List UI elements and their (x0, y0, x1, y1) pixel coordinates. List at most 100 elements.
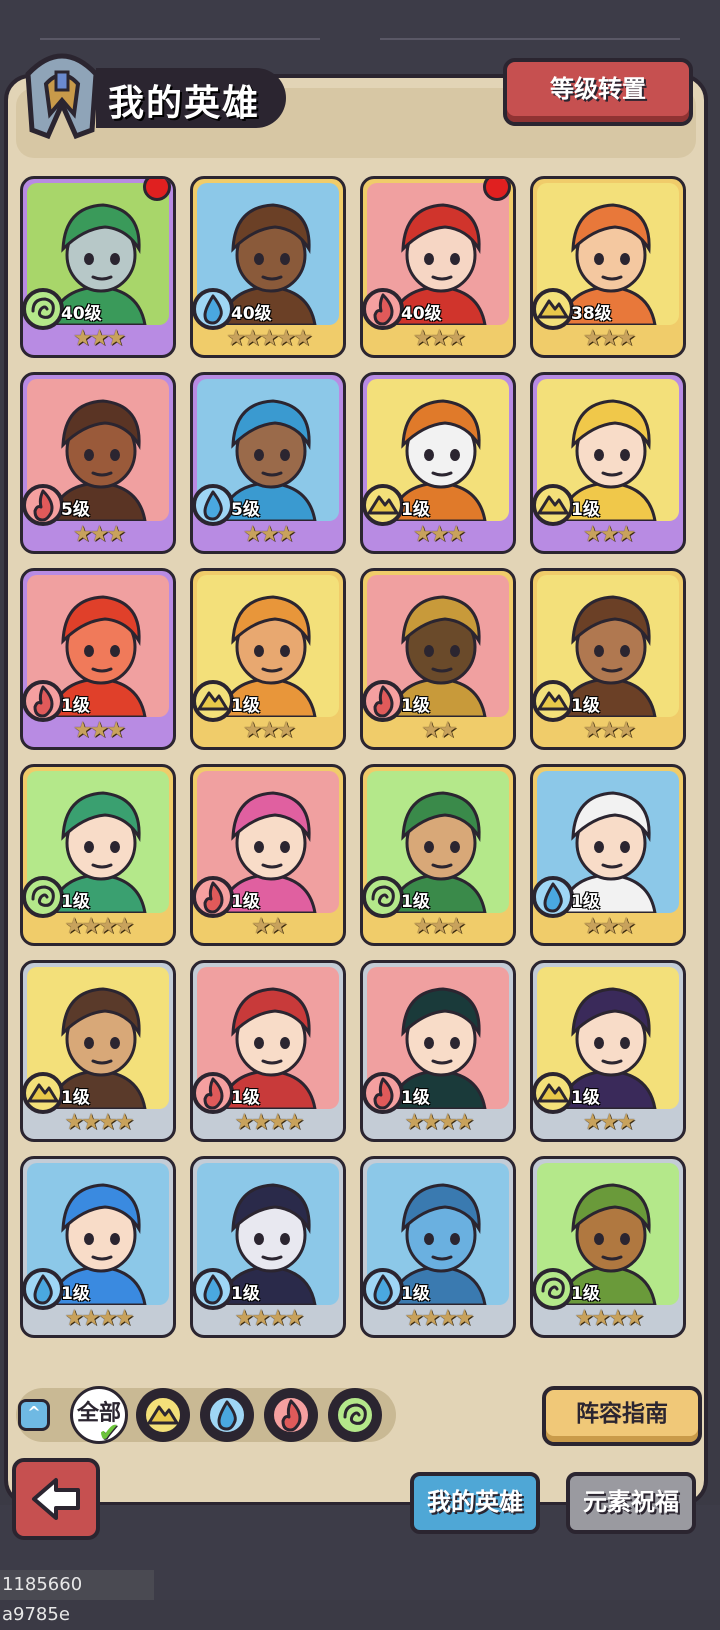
back-arrow-icon (32, 1478, 80, 1520)
hero-card[interactable]: 1级 ★★★★ (530, 1156, 686, 1338)
hero-star-rating: ★★★★ (234, 1306, 305, 1331)
fire-element-icon (193, 1071, 235, 1115)
tab-my-heroes-label: 我的英雄 (427, 1488, 523, 1516)
level-transfer-label: 等级转置 (550, 75, 646, 103)
tab-element-blessing-label: 元素祝福 (583, 1488, 679, 1516)
hero-card[interactable]: 40级 ★★★★★ (190, 176, 346, 358)
hero-card[interactable]: 1级 ★★★ (360, 372, 516, 554)
fire-element-icon (23, 483, 65, 527)
earth-element-icon (141, 1393, 185, 1441)
hero-card[interactable]: 5级 ★★★ (20, 372, 176, 554)
earth-element-icon (533, 1071, 575, 1115)
hero-star-rating: ★★★★ (64, 1306, 135, 1331)
water-element-icon (193, 287, 235, 331)
back-button[interactable] (12, 1458, 100, 1540)
filter-fire-button[interactable] (264, 1388, 318, 1442)
nature-element-icon (23, 875, 65, 919)
filter-water-button[interactable] (200, 1388, 254, 1442)
hero-card[interactable]: 1级 ★★★★ (360, 1156, 516, 1338)
filter-earth-button[interactable] (136, 1388, 190, 1442)
hero-card[interactable]: 1级 ★★ (190, 764, 346, 946)
hero-card[interactable]: 1级 ★★★★ (20, 960, 176, 1142)
earth-element-icon (23, 1071, 65, 1115)
hero-level: 5级 (61, 500, 90, 520)
earth-element-icon (533, 287, 575, 331)
collapse-filter-button[interactable]: ^ (18, 1399, 50, 1431)
hero-level: 40级 (401, 304, 442, 324)
hero-star-rating: ★★★ (72, 326, 126, 351)
top-decoration-left (40, 38, 320, 40)
lineup-guide-button[interactable]: 阵容指南 (542, 1386, 702, 1446)
hero-level: 1级 (401, 892, 430, 912)
water-element-icon (363, 1267, 405, 1311)
nature-element-icon (533, 1267, 575, 1311)
hero-star-rating: ★★★ (582, 718, 636, 743)
hero-level: 1级 (61, 1088, 90, 1108)
hero-star-rating: ★★★★★ (226, 326, 313, 351)
hero-level: 1级 (61, 892, 90, 912)
hero-card[interactable]: 1级 ★★★ (530, 764, 686, 946)
hero-level: 38级 (571, 304, 612, 324)
hero-card[interactable]: 1级 ★★★★ (20, 1156, 176, 1338)
hero-star-rating: ★★★★ (234, 1110, 305, 1135)
hero-level: 1级 (571, 1088, 600, 1108)
hero-card[interactable]: 1级 ★★★★ (360, 960, 516, 1142)
hero-level: 5级 (231, 500, 260, 520)
hero-star-rating: ★★★★ (574, 1306, 645, 1331)
hero-level: 40级 (231, 304, 272, 324)
hero-star-rating: ★★★★ (404, 1110, 475, 1135)
hero-card[interactable]: 1级 ★★★ (190, 568, 346, 750)
hero-level: 1级 (571, 500, 600, 520)
hero-level: 1级 (231, 1088, 260, 1108)
tab-my-heroes[interactable]: 我的英雄 (410, 1472, 540, 1534)
hero-card[interactable]: 1级 ★★★ (530, 372, 686, 554)
lineup-guide-label: 阵容指南 (576, 1401, 668, 1427)
fire-element-icon (269, 1393, 313, 1441)
hero-level: 1级 (401, 1284, 430, 1304)
water-element-icon (193, 483, 235, 527)
hero-card[interactable]: 5级 ★★★ (190, 372, 346, 554)
hero-card[interactable]: 1级 ★★★ (530, 568, 686, 750)
hero-card[interactable]: 1级 ★★★ (360, 764, 516, 946)
hero-card[interactable]: 38级 ★★★ (530, 176, 686, 358)
hero-card[interactable]: 1级 ★★★★ (190, 1156, 346, 1338)
fire-element-icon (363, 1071, 405, 1115)
hero-level: 1级 (401, 500, 430, 520)
nature-element-icon (333, 1393, 377, 1441)
hero-card[interactable]: 1级 ★★★ (20, 568, 176, 750)
hero-card[interactable]: 1级 ★★ (360, 568, 516, 750)
hero-star-rating: ★★★ (412, 522, 466, 547)
helmet-icon (25, 53, 99, 140)
tab-element-blessing[interactable]: 元素祝福 (566, 1472, 696, 1534)
fire-element-icon (363, 287, 405, 331)
checkmark-icon: ✔ (98, 1418, 120, 1448)
level-transfer-button[interactable]: 等级转置 (503, 58, 693, 126)
fire-element-icon (23, 679, 65, 723)
hero-star-rating: ★★★ (72, 718, 126, 743)
page-title: 我的英雄 (108, 83, 261, 124)
hero-level: 1级 (401, 1088, 430, 1108)
hero-card[interactable]: 1级 ★★★ (530, 960, 686, 1142)
hero-star-rating: ★★ (251, 914, 287, 939)
hero-star-rating: ★★★ (582, 522, 636, 547)
hero-card[interactable]: 40级 ★★★ (360, 176, 516, 358)
hero-star-rating: ★★★ (412, 326, 466, 351)
hero-card[interactable]: 1级 ★★★★ (190, 960, 346, 1142)
nature-element-icon (23, 287, 65, 331)
hero-level: 1级 (231, 892, 260, 912)
hero-star-rating: ★★★ (242, 522, 296, 547)
hero-star-rating: ★★★★ (64, 1110, 135, 1135)
hero-card[interactable]: 1级 ★★★★ (20, 764, 176, 946)
hero-card[interactable]: 40级 ★★★ (20, 176, 176, 358)
hero-star-rating: ★★★ (582, 326, 636, 351)
water-element-icon (23, 1267, 65, 1311)
earth-element-icon (533, 679, 575, 723)
hero-level: 1级 (231, 1284, 260, 1304)
filter-nature-button[interactable] (328, 1388, 382, 1442)
water-element-icon (193, 1267, 235, 1311)
hero-star-rating: ★★★★ (64, 914, 135, 939)
hero-star-rating: ★★★ (412, 914, 466, 939)
fire-element-icon (363, 679, 405, 723)
hero-level: 1级 (571, 892, 600, 912)
hero-star-rating: ★★★ (72, 522, 126, 547)
